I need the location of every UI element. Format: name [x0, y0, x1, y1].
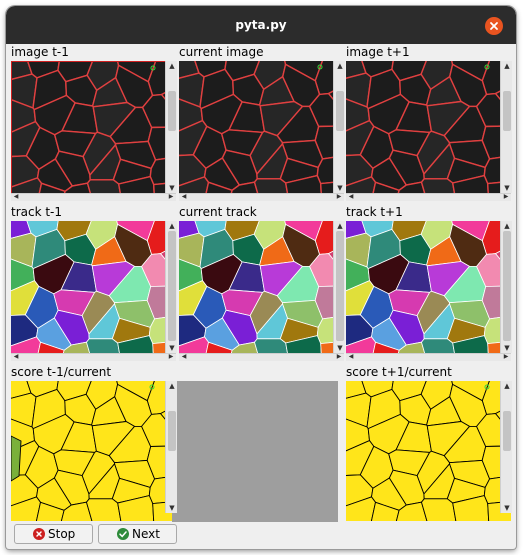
- scroll-down-icon[interactable]: ▼: [501, 503, 513, 513]
- scroll-left-icon[interactable]: ◀: [11, 192, 21, 202]
- horizontal-scrollbar[interactable]: ◀ ▶: [179, 193, 344, 201]
- image-prev-label: image t-1: [11, 45, 69, 59]
- image-next-view[interactable]: [346, 61, 511, 201]
- scroll-up-icon[interactable]: ▲: [166, 381, 178, 391]
- horizontal-scrollbar[interactable]: ◀ ▶: [346, 193, 511, 201]
- horizontal-scrollbar[interactable]: ◀ ▶: [179, 353, 344, 361]
- scroll-up-icon[interactable]: ▲: [166, 221, 178, 231]
- scroll-right-icon[interactable]: ▶: [166, 352, 176, 362]
- stop-button[interactable]: Stop: [14, 524, 93, 544]
- scroll-right-icon[interactable]: ▶: [501, 352, 511, 362]
- close-button[interactable]: [485, 17, 503, 35]
- empty-panel: [172, 381, 338, 522]
- score-prev-view[interactable]: [11, 381, 176, 521]
- close-icon: [490, 22, 498, 30]
- scroll-up-icon[interactable]: ▲: [334, 221, 346, 231]
- scroll-up-icon[interactable]: ▲: [334, 61, 346, 71]
- track-prev-view[interactable]: [11, 221, 176, 361]
- scroll-down-icon[interactable]: ▼: [166, 503, 178, 513]
- scroll-left-icon[interactable]: ◀: [346, 192, 356, 202]
- next-button[interactable]: Next: [98, 524, 177, 544]
- track-next-label: track t+1: [346, 205, 403, 219]
- image-current-label: current image: [179, 45, 264, 59]
- scroll-up-icon[interactable]: ▲: [166, 61, 178, 71]
- scroll-up-icon[interactable]: ▲: [501, 221, 513, 231]
- next-label: Next: [132, 527, 160, 541]
- track-next-view[interactable]: [346, 221, 511, 361]
- image-current-view[interactable]: [179, 61, 344, 201]
- vertical-scrollbar[interactable]: ▲ ▼: [500, 61, 512, 193]
- score-next-view[interactable]: [346, 381, 511, 521]
- scroll-up-icon[interactable]: ▲: [501, 381, 513, 391]
- image-next-label: image t+1: [346, 45, 410, 59]
- scroll-left-icon[interactable]: ◀: [346, 352, 356, 362]
- vertical-scrollbar[interactable]: ▲ ▼: [165, 221, 177, 353]
- horizontal-scrollbar[interactable]: ◀ ▶: [11, 353, 176, 361]
- horizontal-scrollbar[interactable]: ◀ ▶: [11, 193, 176, 201]
- score-next-label: score t+1/current: [346, 365, 452, 379]
- stop-circle-icon: [33, 528, 45, 540]
- vertical-scrollbar[interactable]: ▲ ▼: [165, 61, 177, 193]
- scroll-left-icon[interactable]: ◀: [11, 352, 21, 362]
- vertical-scrollbar[interactable]: ▲ ▼: [165, 381, 177, 513]
- scroll-right-icon[interactable]: ▶: [334, 352, 344, 362]
- image-prev-view[interactable]: [11, 61, 176, 201]
- scroll-up-icon[interactable]: ▲: [501, 61, 513, 71]
- stop-label: Stop: [48, 527, 76, 541]
- track-current-label: current track: [179, 205, 257, 219]
- title-bar: pyta.py: [6, 6, 516, 44]
- vertical-scrollbar[interactable]: ▲ ▼: [333, 221, 345, 353]
- scroll-left-icon[interactable]: ◀: [179, 192, 189, 202]
- vertical-scrollbar[interactable]: ▲ ▼: [333, 61, 345, 193]
- vertical-scrollbar[interactable]: ▲ ▼: [500, 221, 512, 353]
- score-prev-label: score t-1/current: [11, 365, 112, 379]
- scroll-right-icon[interactable]: ▶: [501, 192, 511, 202]
- scroll-right-icon[interactable]: ▶: [334, 192, 344, 202]
- scroll-right-icon[interactable]: ▶: [166, 192, 176, 202]
- track-prev-label: track t-1: [11, 205, 63, 219]
- track-current-view[interactable]: [179, 221, 344, 361]
- check-circle-icon: [117, 528, 129, 540]
- scroll-left-icon[interactable]: ◀: [179, 352, 189, 362]
- window-title: pyta.py: [235, 18, 287, 32]
- horizontal-scrollbar[interactable]: ◀ ▶: [346, 353, 511, 361]
- vertical-scrollbar[interactable]: ▲ ▼: [500, 381, 512, 513]
